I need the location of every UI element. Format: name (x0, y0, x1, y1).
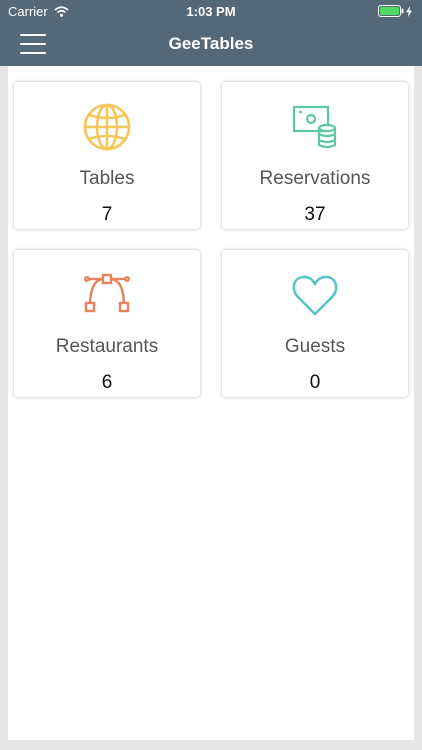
money-database-icon (292, 105, 337, 149)
dashboard-panel: Tables 7 Reservations 37 Restaurants 6 G… (8, 66, 414, 740)
reservations-count: 37 (304, 204, 326, 225)
tables-count: 7 (101, 204, 113, 225)
status-time: 1:03 PM (186, 4, 236, 19)
navigation-bar: GeeTables (0, 22, 422, 66)
restaurants-card[interactable]: Restaurants 6 (14, 250, 200, 397)
app-header: Carrier 1:03 PM GeeTables (0, 0, 422, 66)
tables-card[interactable]: Tables 7 (14, 82, 200, 229)
restaurants-count: 6 (101, 372, 113, 393)
restaurants-label: Restaurants (55, 336, 159, 357)
vector-path-icon (84, 273, 131, 313)
tables-label: Tables (79, 168, 135, 189)
charging-bolt-icon (406, 5, 412, 17)
reservations-label: Reservations (259, 168, 371, 189)
battery-indicator (378, 5, 412, 17)
status-bar: Carrier 1:03 PM (0, 0, 422, 22)
heart-icon (292, 275, 338, 316)
globe-icon (83, 103, 131, 151)
guests-label: Guests (284, 336, 346, 357)
guests-count: 0 (309, 372, 321, 393)
battery-icon (378, 5, 404, 17)
page-title: GeeTables (168, 34, 254, 53)
reservations-card[interactable]: Reservations 37 (222, 82, 408, 229)
guests-card[interactable]: Guests 0 (222, 250, 408, 397)
